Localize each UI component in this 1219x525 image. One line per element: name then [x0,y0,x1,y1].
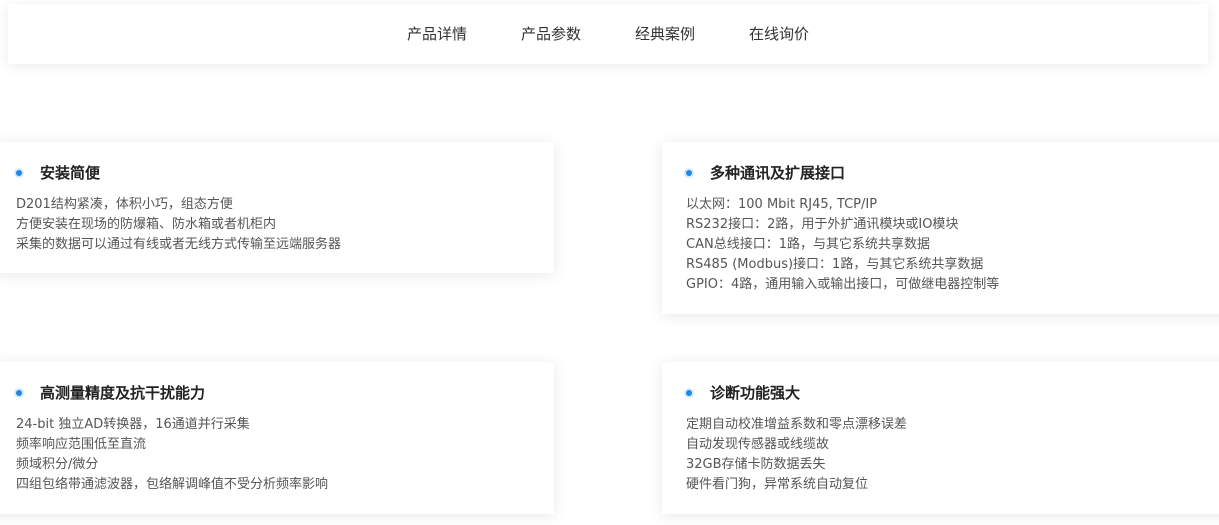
feature-line: 方便安装在现场的防爆箱、防水箱或者机柜内 [16,217,277,232]
feature-card-header: 安装简便 [16,162,100,184]
feature-card-diagnostics: 诊断功能强大 定期自动校准增益系数和零点漂移误差 自动发现传感器或线缆故 32G… [662,362,1219,514]
feature-card-interfaces: 多种通讯及扩展接口 以太网：100 Mbit RJ45, TCP/IP RS23… [662,142,1219,314]
feature-card-precision: 高测量精度及抗干扰能力 24-bit 独立AD转换器，16通道并行采集 频率响应… [0,362,554,514]
feature-card-title: 高测量精度及抗干扰能力 [40,384,206,402]
feature-line: 四组包络带通滤波器，包络解调峰值不受分析频率影响 [16,477,329,492]
bullet-dot-icon [16,170,22,176]
tab-product-params[interactable]: 产品参数 [521,4,581,64]
feature-line: 硬件看门狗，异常系统自动复位 [686,477,869,492]
feature-line: D201结构紧凑，体积小巧，组态方便 [16,197,233,212]
feature-card-body: D201结构紧凑，体积小巧，组态方便 方便安装在现场的防爆箱、防水箱或者机柜内 … [16,195,341,255]
bullet-dot-icon [686,170,692,176]
bullet-dot-icon [16,390,22,396]
feature-card-header: 多种通讯及扩展接口 [686,162,845,184]
bullet-dot-icon [686,390,692,396]
tab-product-details[interactable]: 产品详情 [407,4,467,64]
tab-bar: 产品详情 产品参数 经典案例 在线询价 [8,4,1208,64]
feature-line: 24-bit 独立AD转换器，16通道并行采集 [16,417,250,432]
feature-card-title: 诊断功能强大 [710,384,801,402]
feature-card-header: 诊断功能强大 [686,382,800,404]
feature-line: 定期自动校准增益系数和零点漂移误差 [686,417,908,432]
feature-card-body: 24-bit 独立AD转换器，16通道并行采集 频率响应范围低至直流 频域积分/… [16,415,328,495]
feature-line: 32GB存储卡防数据丢失 [686,457,826,472]
feature-line: CAN总线接口：1路，与其它系统共享数据 [686,237,930,252]
feature-card-easy-install: 安装简便 D201结构紧凑，体积小巧，组态方便 方便安装在现场的防爆箱、防水箱或… [0,142,554,273]
feature-line: 频域积分/微分 [16,457,99,472]
feature-card-header: 高测量精度及抗干扰能力 [16,382,205,404]
feature-card-body: 定期自动校准增益系数和零点漂移误差 自动发现传感器或线缆故 32GB存储卡防数据… [686,415,907,495]
feature-line: 自动发现传感器或线缆故 [686,437,830,452]
feature-line: 以太网：100 Mbit RJ45, TCP/IP [686,197,878,212]
feature-line: GPIO：4路，通用输入或输出接口，可做继电器控制等 [686,277,1000,292]
feature-line: 采集的数据可以通过有线或者无线方式传输至远端服务器 [16,237,342,252]
tab-classic-cases[interactable]: 经典案例 [635,4,695,64]
feature-line: 频率响应范围低至直流 [16,437,147,452]
tab-online-inquiry[interactable]: 在线询价 [749,4,809,64]
feature-line: RS232接口：2路，用于外扩通讯模块或IO模块 [686,217,959,232]
feature-card-title: 多种通讯及扩展接口 [710,164,846,182]
feature-line: RS485 (Modbus)接口：1路，与其它系统共享数据 [686,257,984,272]
feature-card-body: 以太网：100 Mbit RJ45, TCP/IP RS232接口：2路，用于外… [686,195,999,295]
feature-card-title: 安装简便 [40,164,101,182]
